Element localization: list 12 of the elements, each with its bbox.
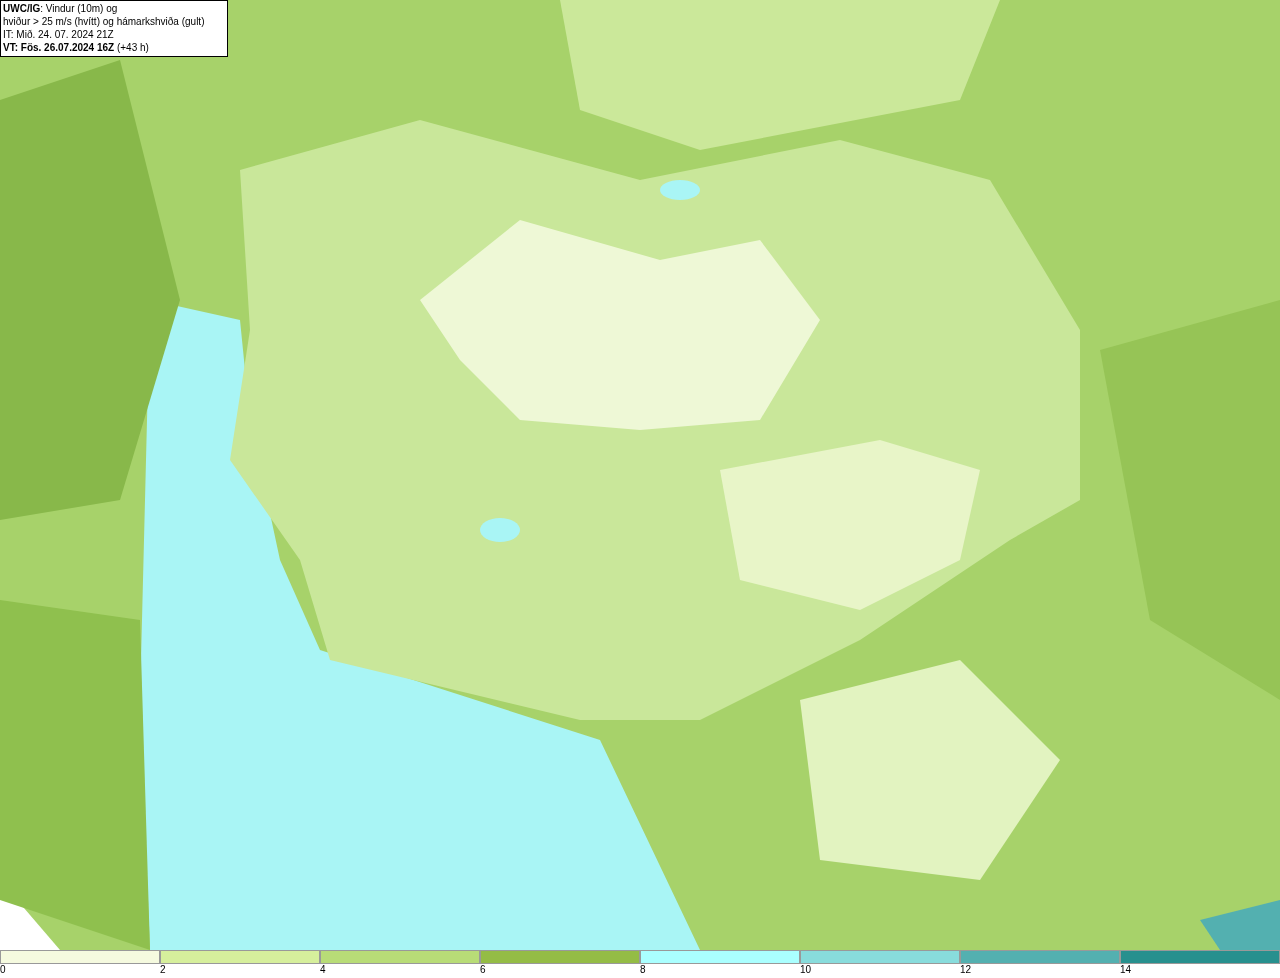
tick-label: 4 [320,964,326,976]
tick-label: 0 [0,964,6,976]
tick-label: 10 [800,964,812,976]
legend-text: VT: Fös. 26.07.2024 16Z (+43 h) [3,41,150,54]
tick-label: 14 [1120,964,1132,976]
tick-label: 12 [960,964,972,976]
tick-label: 6 [480,964,486,976]
legend-text: UWC/IG: Vindur (10m) og [3,2,119,15]
legend-text: hviður > 25 m/s (hvítt) og hámarkshviða (gult) [3,15,206,28]
tick-label: 2 [160,964,166,976]
legend-text: IT: Mið. 24. 07. 2024 21Z [3,28,115,41]
tick-label: 8 [640,964,646,976]
